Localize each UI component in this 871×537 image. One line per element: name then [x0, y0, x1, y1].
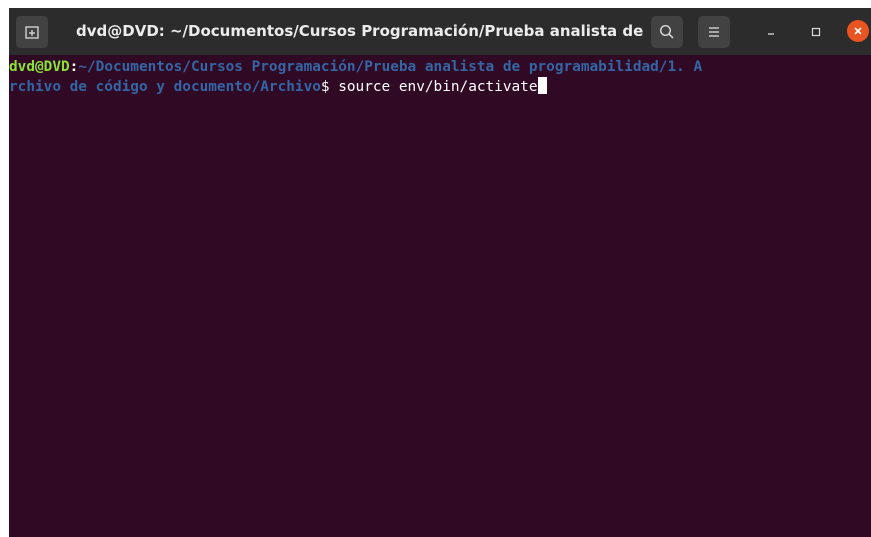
prompt-path: ~/Documentos/Cursos Programación/Prueba …: [78, 59, 703, 75]
menu-button[interactable]: [698, 16, 730, 48]
window-title: dvd@DVD: ~/Documentos/Cursos Programació…: [76, 22, 646, 40]
prompt-user-host: dvd@DVD: [9, 59, 70, 75]
title-bar[interactable]: dvd@DVD: ~/Documentos/Cursos Programació…: [9, 8, 871, 55]
search-button[interactable]: [651, 16, 683, 48]
terminal-line: dvd@DVD:~/Documentos/Cursos Programación…: [9, 58, 871, 77]
prompt-symbol: $: [320, 79, 339, 95]
text-cursor: [537, 77, 547, 94]
minimize-icon: [768, 33, 774, 35]
prompt-path-continued: rchivo de código y documento/Archivo: [9, 79, 321, 95]
terminal-window: dvd@DVD: ~/Documentos/Cursos Programació…: [9, 8, 871, 537]
close-button[interactable]: [847, 20, 869, 42]
maximize-button[interactable]: [804, 20, 828, 44]
hamburger-menu-icon: [709, 27, 719, 37]
search-icon: [659, 24, 674, 39]
terminal-line: rchivo de código y documento/Archivo$ so…: [9, 77, 871, 96]
maximize-icon: [811, 27, 821, 37]
new-tab-button[interactable]: [16, 16, 48, 48]
minimize-button[interactable]: [759, 20, 783, 44]
terminal-output[interactable]: dvd@DVD:~/Documentos/Cursos Programación…: [9, 55, 871, 537]
new-tab-icon: [25, 26, 39, 39]
close-icon: [854, 27, 862, 35]
typed-command: source env/bin/activate: [338, 79, 538, 95]
